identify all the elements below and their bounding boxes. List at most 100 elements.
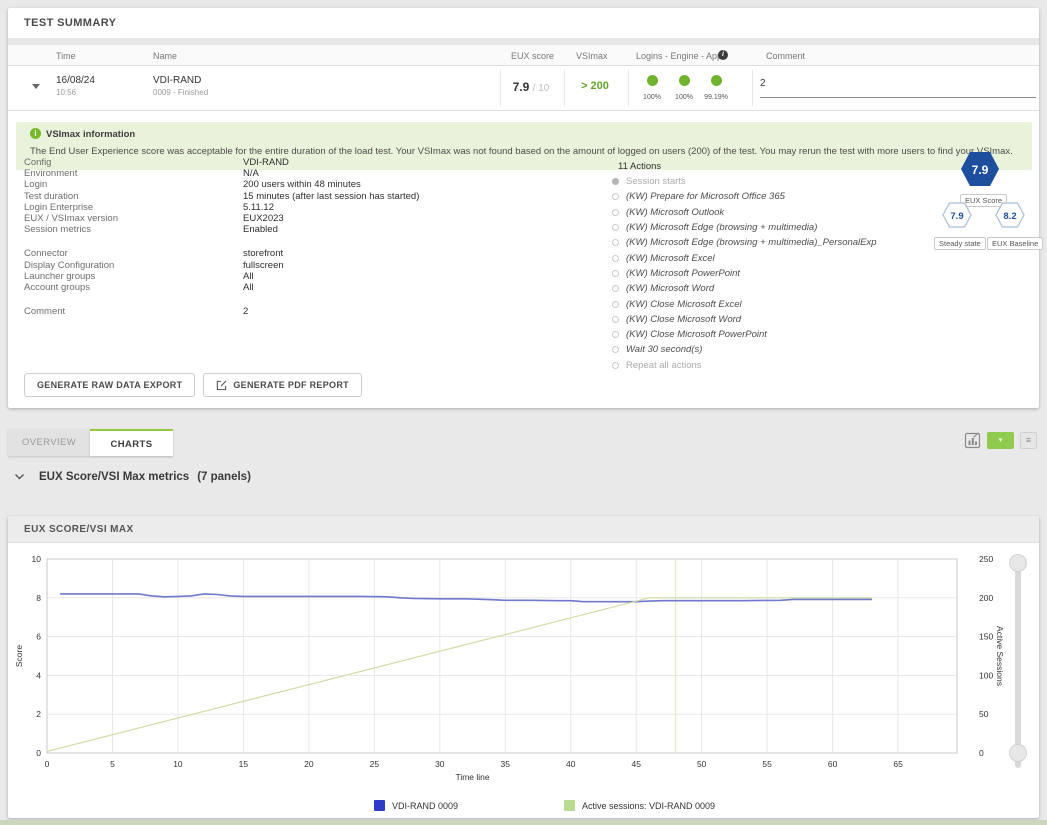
svg-text:2: 2 xyxy=(36,709,41,719)
chart-options-button[interactable]: ▾ xyxy=(987,432,1014,449)
config-value: storefront xyxy=(243,248,283,259)
eux-chart-card: EUX SCORE/VSI MAX 0510152025303540455055… xyxy=(8,516,1039,818)
y-zoom-slider[interactable] xyxy=(1015,560,1021,768)
logins-stat: 100% xyxy=(636,73,668,101)
config-value: 200 users within 48 minutes xyxy=(243,179,361,190)
col-eux-score: EUX score xyxy=(511,51,554,61)
action-item[interactable]: Wait 30 second(s) xyxy=(612,342,877,357)
legend-item[interactable]: Active sessions: VDI-RAND 0009 xyxy=(564,800,715,811)
action-label: (KW) Microsoft Word xyxy=(626,283,714,294)
svg-text:65: 65 xyxy=(893,759,903,769)
action-item[interactable]: Session starts xyxy=(612,174,877,189)
generate-raw-data-export-button[interactable]: GENERATE RAW DATA EXPORT xyxy=(24,373,195,397)
tab-charts[interactable]: CHARTS xyxy=(90,429,173,456)
table-row: 16/08/24 10:56 VDI-RAND 0009 - Finished … xyxy=(8,66,1039,111)
vsimax-value: > 200 xyxy=(564,80,626,92)
config-value: VDI-RAND xyxy=(243,157,289,168)
action-item[interactable]: (KW) Microsoft Edge (browsing + multimed… xyxy=(612,220,877,235)
eux-chart: 0510152025303540455055606502468100501001… xyxy=(8,543,1039,818)
action-item[interactable]: Repeat all actions xyxy=(612,358,877,373)
chevron-down-icon[interactable] xyxy=(32,84,40,89)
svg-text:60: 60 xyxy=(828,759,838,769)
test-status: 0009 - Finished xyxy=(153,88,208,97)
config-label: Comment xyxy=(24,306,243,317)
config-value: All xyxy=(243,282,254,293)
action-item[interactable]: (KW) Microsoft Excel xyxy=(612,250,877,265)
svg-text:10: 10 xyxy=(173,759,183,769)
config-value: N/A xyxy=(243,168,259,179)
action-item[interactable]: (KW) Microsoft Outlook xyxy=(612,205,877,220)
status-dot-icon xyxy=(679,75,690,86)
time-cell: 16/08/24 10:56 xyxy=(56,75,95,97)
steady-state-badge: 7.9 Steady state xyxy=(934,202,980,251)
svg-text:7.9: 7.9 xyxy=(972,163,989,177)
svg-text:8.2: 8.2 xyxy=(1003,211,1016,222)
svg-text:100: 100 xyxy=(979,670,993,680)
action-item[interactable]: (KW) Microsoft Word xyxy=(612,281,877,296)
stat-pct: 100% xyxy=(668,94,700,101)
action-item[interactable]: (KW) Microsoft Edge (browsing + multimed… xyxy=(612,235,877,250)
info-box-text: The End User Experience score was accept… xyxy=(30,146,1018,157)
test-date: 16/08/24 xyxy=(56,75,95,86)
radio-icon xyxy=(612,362,619,369)
slider-handle-bottom[interactable] xyxy=(1009,744,1027,762)
actions-list: Session starts(KW) Prepare for Microsoft… xyxy=(612,174,877,373)
svg-text:10: 10 xyxy=(32,554,42,564)
config-value: Enabled xyxy=(243,224,278,235)
tab-overview[interactable]: OVERVIEW xyxy=(8,429,90,456)
config-label: Login Enterprise xyxy=(24,202,243,213)
action-label: (KW) Close Microsoft PowerPoint xyxy=(626,329,767,340)
svg-text:4: 4 xyxy=(36,670,41,680)
config-label: Display Configuration xyxy=(24,260,243,271)
eux-score-value: 7.9 xyxy=(513,80,530,94)
config-row: Display Configurationfullscreen xyxy=(24,260,594,271)
legend-item[interactable]: VDI-RAND 0009 xyxy=(374,800,458,811)
tab-bar: OVERVIEW CHARTS ▾ ≡ xyxy=(8,429,1039,456)
generate-pdf-report-button[interactable]: GENERATE PDF REPORT xyxy=(203,373,362,397)
logins-stats: 100% 100% 99.19% xyxy=(630,73,742,101)
action-label: Repeat all actions xyxy=(626,360,702,371)
config-list: ConfigVDI-RANDEnvironmentN/ALogin200 use… xyxy=(24,157,594,317)
menu-button[interactable]: ≡ xyxy=(1020,432,1037,449)
config-value: 15 minutes (after last session has start… xyxy=(243,191,419,202)
svg-text:Active Sessions: Active Sessions xyxy=(995,626,1005,686)
config-label: EUX / VSImax version xyxy=(24,213,243,224)
divider xyxy=(628,70,629,106)
comment-input[interactable]: 2 xyxy=(760,78,1036,98)
radio-icon xyxy=(612,193,619,200)
action-item[interactable]: (KW) Microsoft PowerPoint xyxy=(612,266,877,281)
chart-settings-icon[interactable] xyxy=(964,432,981,449)
action-item[interactable]: (KW) Close Microsoft PowerPoint xyxy=(612,327,877,342)
chevron-down-icon[interactable] xyxy=(14,473,25,481)
config-label: Launcher groups xyxy=(24,271,243,282)
info-icon[interactable]: i xyxy=(718,50,728,60)
config-label: Config xyxy=(24,157,243,168)
table-header: Time Name EUX score VSImax Logins - Engi… xyxy=(8,45,1039,66)
actions-title: 11 Actions xyxy=(618,161,661,172)
action-item[interactable]: (KW) Prepare for Microsoft Office 365 xyxy=(612,189,877,204)
config-value: fullscreen xyxy=(243,260,284,271)
export-icon xyxy=(216,380,227,391)
stat-pct: 100% xyxy=(636,94,668,101)
action-item[interactable]: (KW) Close Microsoft Excel xyxy=(612,296,877,311)
svg-text:30: 30 xyxy=(435,759,445,769)
action-label: (KW) Microsoft Edge (browsing + multimed… xyxy=(626,237,877,248)
name-cell: VDI-RAND 0009 - Finished xyxy=(153,75,208,97)
info-box-title: i VSImax information xyxy=(30,129,135,140)
legend-swatch xyxy=(564,800,575,811)
action-item[interactable]: (KW) Close Microsoft Word xyxy=(612,312,877,327)
slider-handle-top[interactable] xyxy=(1009,554,1027,572)
config-row: Login Enterprise5.11.12 xyxy=(24,202,594,213)
radio-icon xyxy=(612,255,619,262)
config-value: All xyxy=(243,271,254,282)
radio-icon xyxy=(612,209,619,216)
button-row: GENERATE RAW DATA EXPORT GENERATE PDF RE… xyxy=(24,373,362,397)
section-title: EUX Score/VSI Max metrics xyxy=(39,471,189,483)
test-time: 10:56 xyxy=(56,88,95,97)
eux-score-max: / 10 xyxy=(533,83,550,94)
metrics-section-header: EUX Score/VSI Max metrics (7 panels) xyxy=(8,471,251,483)
chart-panel-title: EUX SCORE/VSI MAX xyxy=(8,516,1039,543)
col-logins-engine-apps: Logins - Engine - Apps xyxy=(636,51,727,61)
svg-text:0: 0 xyxy=(36,748,41,758)
page: TEST SUMMARY Time Name EUX score VSImax … xyxy=(0,0,1047,825)
